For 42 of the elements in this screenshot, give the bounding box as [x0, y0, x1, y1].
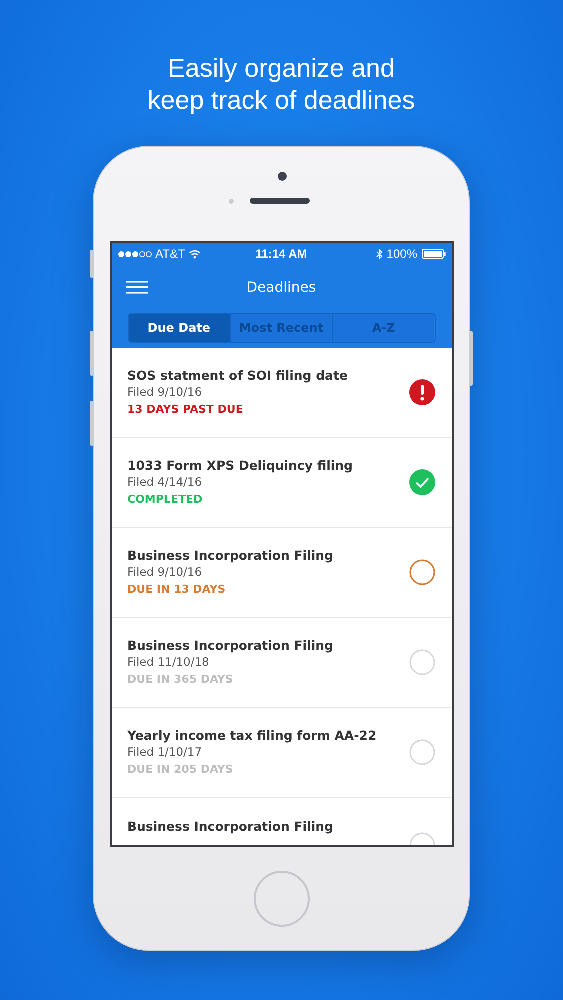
- sensor-icon: [229, 198, 234, 204]
- menu-icon[interactable]: [126, 281, 148, 294]
- tab[interactable]: Due Date: [128, 314, 230, 342]
- deadline-item[interactable]: Business Incorporation Filing Filed 11/10/18 DUE IN 365 DAYS: [112, 618, 452, 708]
- check-icon: [408, 469, 436, 496]
- filed-date: Filed 9/10/16: [128, 564, 204, 581]
- deadline-title: Business Incorporation Filing: [128, 637, 334, 654]
- due-status: DUE IN 205 DAYS: [128, 762, 234, 778]
- circle-icon: [408, 649, 436, 676]
- deadline-item[interactable]: Business Incorporation Filing Filed 9/10/16 DUE IN 13 DAYS: [112, 528, 452, 618]
- circle-icon: [408, 559, 436, 586]
- deadline-title: Business Incorporation Filing: [128, 547, 334, 564]
- alert-icon: [408, 379, 436, 406]
- headline: keep track of deadlines: [148, 84, 416, 116]
- filed-date: Filed 1/10/17: [128, 744, 204, 761]
- due-status: DUE IN 365 DAYS: [128, 672, 234, 688]
- due-status: 13 DAYS PAST DUE: [128, 402, 244, 418]
- deadline-title: SOS statment of SOI filing date: [128, 367, 349, 384]
- signal-icon: [118, 250, 152, 258]
- due-status: COMPLETED: [128, 492, 204, 508]
- battery-icon: [422, 249, 446, 259]
- screen-title: Deadlines: [246, 280, 316, 296]
- deadline-item[interactable]: Yearly income tax filing form AA-22 Filed 1/10/17 DUE IN 205 DAYS: [112, 708, 452, 798]
- clock-time: 11:14 AM: [256, 247, 308, 261]
- filed-date: Filed 11/10/18: [128, 654, 210, 671]
- deadline-item[interactable]: Business Incorporation Filing: [112, 798, 452, 845]
- speaker-icon: [250, 198, 310, 204]
- wifi-icon: [189, 250, 202, 258]
- due-status: DUE IN 13 DAYS: [128, 582, 227, 598]
- filed-date: Filed 9/10/16: [128, 384, 204, 401]
- filed-date: Filed 4/14/16: [128, 474, 204, 491]
- battery-percent: 100%: [386, 247, 418, 261]
- circle-icon: [408, 739, 436, 766]
- headline: Easily organize and: [168, 52, 395, 84]
- bluetooth-icon: [376, 248, 383, 260]
- deadline-title: Business Incorporation Filing: [128, 818, 334, 835]
- deadline-title: 1033 Form XPS Deliquincy filing: [128, 457, 354, 474]
- camera-icon: [278, 172, 287, 181]
- carrier-label: AT&T: [156, 247, 186, 261]
- deadline-item[interactable]: 1033 Form XPS Deliquincy filing Filed 4/14/16 COMPLETED: [112, 438, 452, 528]
- deadline-item[interactable]: SOS statment of SOI filing date Filed 9/10/16 13 DAYS PAST DUE: [112, 348, 452, 438]
- deadline-title: Yearly income tax filing form AA-22: [128, 727, 378, 744]
